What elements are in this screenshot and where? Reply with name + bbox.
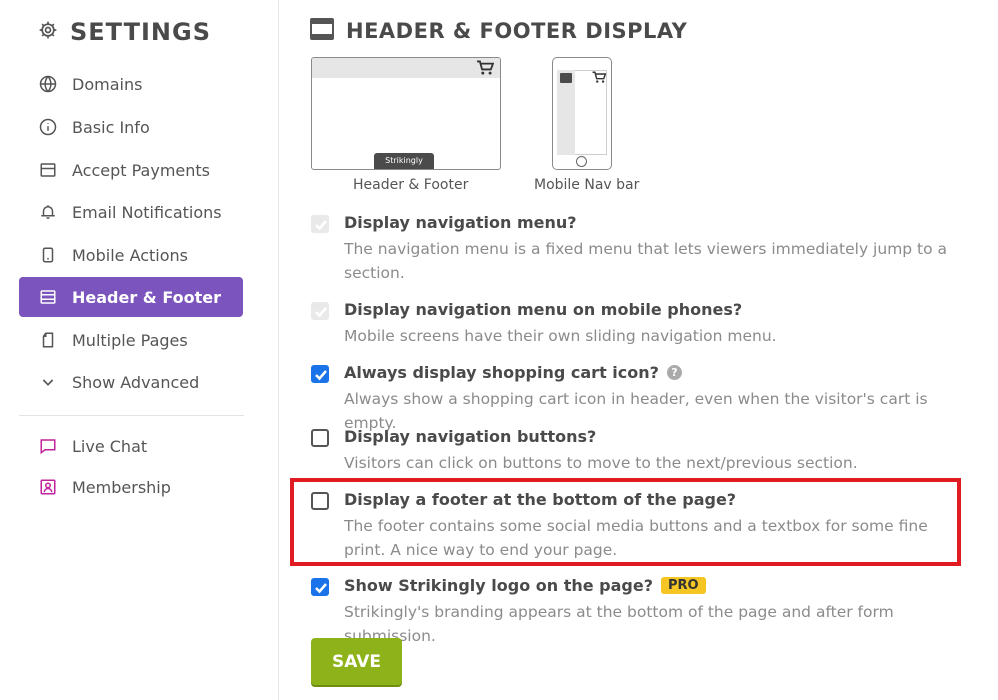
section-heading: HEADER & FOOTER DISPLAY bbox=[310, 18, 687, 44]
sidebar-item-label: Basic Info bbox=[72, 117, 150, 137]
sidebar-item-show-advanced[interactable]: Show Advanced bbox=[19, 362, 243, 402]
pro-badge: PRO bbox=[661, 577, 706, 594]
checkbox[interactable] bbox=[311, 215, 329, 233]
sidebar-item-label: Domains bbox=[72, 74, 143, 94]
preview-caption: Mobile Nav bar bbox=[534, 177, 640, 193]
desktop-preview: Strikingly bbox=[311, 57, 501, 170]
sidebar-item-domains[interactable]: Domains bbox=[19, 64, 243, 104]
credit-card-icon bbox=[38, 160, 58, 180]
save-button[interactable]: SAVE bbox=[311, 638, 402, 685]
page-title: HEADER & FOOTER DISPLAY bbox=[346, 19, 688, 43]
strikingly-badge: Strikingly bbox=[374, 153, 434, 169]
sidebar-item-live-chat[interactable]: Live Chat bbox=[19, 426, 243, 466]
header-footer-icon bbox=[310, 18, 334, 44]
sidebar-item-label: Header & Footer bbox=[72, 287, 221, 307]
option-title: Display navigation menu on mobile phones… bbox=[344, 300, 743, 319]
highlight-box bbox=[290, 478, 961, 566]
sidebar-item-label: Live Chat bbox=[72, 436, 148, 456]
sidebar-item-accept-payments[interactable]: Accept Payments bbox=[19, 150, 243, 190]
sidebar-item-basic-info[interactable]: Basic Info bbox=[19, 107, 243, 147]
info-icon bbox=[38, 117, 58, 137]
sidebar-item-label: Show Advanced bbox=[72, 372, 200, 392]
preview-header-bar bbox=[312, 58, 500, 78]
bell-icon bbox=[38, 202, 58, 222]
checkbox[interactable] bbox=[311, 302, 329, 320]
option-title: Show Strikingly logo on the page? bbox=[344, 576, 653, 595]
option-description: The navigation menu is a fixed menu that… bbox=[344, 240, 948, 282]
preview-caption: Header & Footer bbox=[353, 177, 469, 193]
sidebar-item-email-notifications[interactable]: Email Notifications bbox=[19, 192, 243, 232]
option-description: Visitors can click on buttons to move to… bbox=[344, 454, 858, 472]
sidebar-item-label: Accept Payments bbox=[72, 160, 210, 180]
mobile-icon bbox=[38, 245, 58, 265]
chevron-down-icon bbox=[38, 372, 58, 392]
sidebar-item-multiple-pages[interactable]: Multiple Pages bbox=[19, 320, 243, 360]
sidebar-item-label: Multiple Pages bbox=[72, 330, 188, 350]
sidebar-item-label: Mobile Actions bbox=[72, 245, 189, 265]
globe-icon bbox=[38, 74, 58, 94]
option-title: Display navigation menu? bbox=[344, 213, 577, 232]
checkbox[interactable] bbox=[311, 365, 329, 383]
option-title-row: Show Strikingly logo on the page? PRO bbox=[344, 576, 706, 595]
sidebar-item-label: Membership bbox=[72, 477, 171, 497]
cart-icon bbox=[592, 69, 607, 88]
home-button-icon bbox=[576, 156, 587, 167]
chat-icon bbox=[38, 436, 58, 456]
sidebar-item-membership[interactable]: Membership bbox=[19, 467, 243, 507]
menu-icon bbox=[560, 73, 572, 83]
sidebar-item-mobile-actions[interactable]: Mobile Actions bbox=[19, 235, 243, 275]
option-title: Always display shopping cart icon? bbox=[344, 363, 659, 382]
sidebar-divider bbox=[19, 415, 244, 416]
gear-icon bbox=[38, 20, 58, 44]
cart-icon bbox=[476, 60, 495, 80]
sidebar-item-label: Email Notifications bbox=[72, 202, 222, 222]
settings-title: SETTINGS bbox=[70, 18, 211, 46]
header-footer-icon bbox=[38, 287, 58, 307]
settings-heading: SETTINGS bbox=[38, 18, 211, 46]
option-description: Strikingly's branding appears at the bot… bbox=[344, 603, 894, 645]
membership-icon bbox=[38, 477, 58, 497]
sidebar-item-header-footer[interactable]: Header & Footer bbox=[19, 277, 243, 317]
option-title-row: Always display shopping cart icon? ? bbox=[344, 363, 682, 382]
checkbox[interactable] bbox=[311, 429, 329, 447]
help-icon[interactable]: ? bbox=[666, 365, 682, 380]
checkbox[interactable] bbox=[311, 578, 329, 596]
option-title: Display navigation buttons? bbox=[344, 427, 597, 446]
mobile-preview bbox=[552, 57, 612, 170]
sidebar: SETTINGS Domains Basic Info Accept Payme… bbox=[0, 0, 279, 700]
option-description: Mobile screens have their own sliding na… bbox=[344, 327, 777, 345]
pages-icon bbox=[38, 330, 58, 350]
